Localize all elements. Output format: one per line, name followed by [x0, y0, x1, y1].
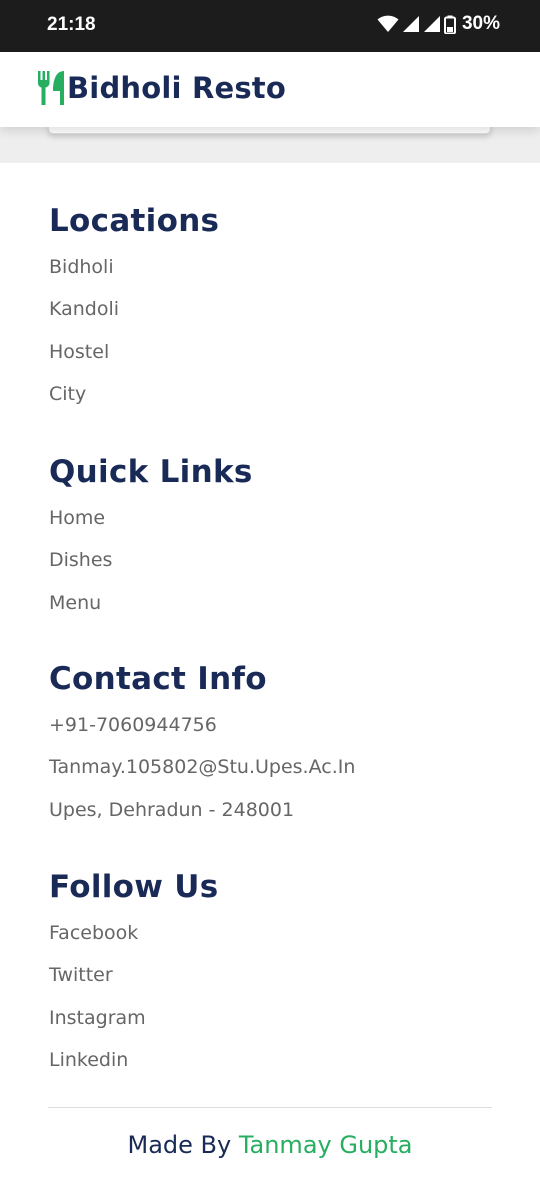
section-title: Follow Us [49, 869, 219, 905]
section-locations: Locations Bidholi Kandoli Hostel City [49, 201, 219, 423]
location-link-bidholi[interactable]: Bidholi [49, 254, 219, 296]
brand-name: Bidholi Resto [67, 71, 286, 105]
footer-credit: Made By Tanmay Gupta [0, 1131, 540, 1159]
section-contact-info: Contact Info +91-7060944756 Tanmay.10580… [49, 659, 355, 839]
contact-email-link[interactable]: Tanmay.105802@Stu.Upes.Ac.In [49, 754, 355, 796]
section-title: Locations [49, 203, 220, 239]
signal-icon [402, 16, 419, 32]
section-title: Quick Links [49, 454, 253, 490]
section-quick-links: Quick Links Home Dishes Menu [49, 452, 253, 632]
social-link-linkedin[interactable]: Linkedin [49, 1047, 219, 1089]
signal-icon [423, 16, 440, 32]
contact-phone-link[interactable]: +91-7060944756 [49, 712, 355, 754]
battery-icon [443, 15, 456, 34]
footer-divider [48, 1107, 492, 1108]
battery-percent: 30% [461, 13, 500, 34]
credit-prefix: Made By [127, 1131, 239, 1159]
brand-logo[interactable]: Bidholi Resto [37, 70, 286, 106]
location-link-city[interactable]: City [49, 381, 219, 423]
status-time: 21:18 [47, 14, 96, 35]
social-link-facebook[interactable]: Facebook [49, 920, 219, 962]
app-header: Bidholi Resto [0, 52, 540, 127]
credit-author: Tanmay Gupta [238, 1131, 413, 1159]
quick-link-home[interactable]: Home [49, 505, 253, 547]
quick-link-menu[interactable]: Menu [49, 590, 253, 632]
utensils-icon [38, 71, 64, 105]
social-link-twitter[interactable]: Twitter [49, 962, 219, 1004]
contact-address-link[interactable]: Upes, Dehradun - 248001 [49, 797, 355, 839]
status-bar: 21:18 30% [0, 0, 540, 52]
location-link-hostel[interactable]: Hostel [49, 339, 219, 381]
section-follow-us: Follow Us Facebook Twitter Instagram Lin… [49, 867, 219, 1089]
section-title: Contact Info [49, 661, 267, 697]
status-icons: 30% [377, 13, 500, 35]
location-link-kandoli[interactable]: Kandoli [49, 296, 219, 338]
quick-link-dishes[interactable]: Dishes [49, 547, 253, 589]
wifi-icon [377, 15, 399, 32]
social-link-instagram[interactable]: Instagram [49, 1005, 219, 1047]
